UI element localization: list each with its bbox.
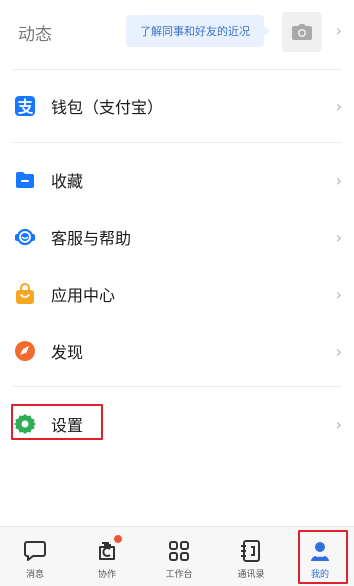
tab-workbench[interactable]: 工作台 xyxy=(144,527,214,586)
menu-item-discover[interactable]: 发现 › xyxy=(0,329,354,373)
chevron-right-icon: › xyxy=(335,21,342,40)
dynamics-hint-text: 了解同事和好友的近况 xyxy=(140,25,250,38)
menu-item-support[interactable]: 客服与帮助 › xyxy=(0,215,354,259)
folder-icon xyxy=(14,169,36,191)
menu-label-favorites: 收藏 xyxy=(51,172,84,191)
chevron-right-icon: › xyxy=(335,341,342,361)
tab-label: 工作台 xyxy=(165,570,193,580)
dynamics-label: 动态 xyxy=(18,25,52,45)
grid-icon xyxy=(166,538,192,564)
settings-highlight-box xyxy=(11,404,103,440)
tab-label: 通讯录 xyxy=(237,570,265,580)
chevron-right-icon: › xyxy=(335,96,342,116)
menu-label-support: 客服与帮助 xyxy=(51,229,132,248)
me-tab-highlight-box xyxy=(298,530,348,584)
divider xyxy=(12,69,342,70)
chevron-right-icon: › xyxy=(335,170,342,190)
contacts-book-icon xyxy=(238,538,264,564)
menu-label-app-center: 应用中心 xyxy=(51,286,116,305)
alipay-icon xyxy=(14,95,36,117)
chevron-right-icon: › xyxy=(335,414,342,434)
chevron-right-icon: › xyxy=(335,227,342,247)
collaborate-icon xyxy=(94,535,122,564)
divider xyxy=(12,142,342,143)
menu-item-favorites[interactable]: 收藏 › xyxy=(0,158,354,202)
chat-bubble-icon xyxy=(22,538,48,564)
dynamics-row[interactable]: 动态 了解同事和好友的近况 › xyxy=(0,0,354,64)
tab-collaborate[interactable]: 协作 xyxy=(72,527,142,586)
camera-icon[interactable] xyxy=(282,12,322,52)
menu-label-discover: 发现 xyxy=(51,343,84,362)
compass-icon xyxy=(14,340,36,362)
menu-item-wallet[interactable]: 钱包（支付宝） › xyxy=(0,84,354,128)
tab-messages[interactable]: 消息 xyxy=(0,527,70,586)
divider xyxy=(12,386,342,387)
dynamics-hint-bubble: 了解同事和好友的近况 xyxy=(126,15,270,47)
tab-label: 协作 xyxy=(97,570,116,580)
headset-icon xyxy=(14,226,36,248)
notification-badge xyxy=(114,535,122,543)
menu-label-wallet: 钱包（支付宝） xyxy=(51,98,164,117)
chevron-right-icon: › xyxy=(335,284,342,304)
menu-item-app-center[interactable]: 应用中心 › xyxy=(0,272,354,316)
bag-icon xyxy=(14,283,36,305)
tab-label: 消息 xyxy=(25,570,44,580)
tab-contacts[interactable]: 通讯录 xyxy=(216,527,286,586)
